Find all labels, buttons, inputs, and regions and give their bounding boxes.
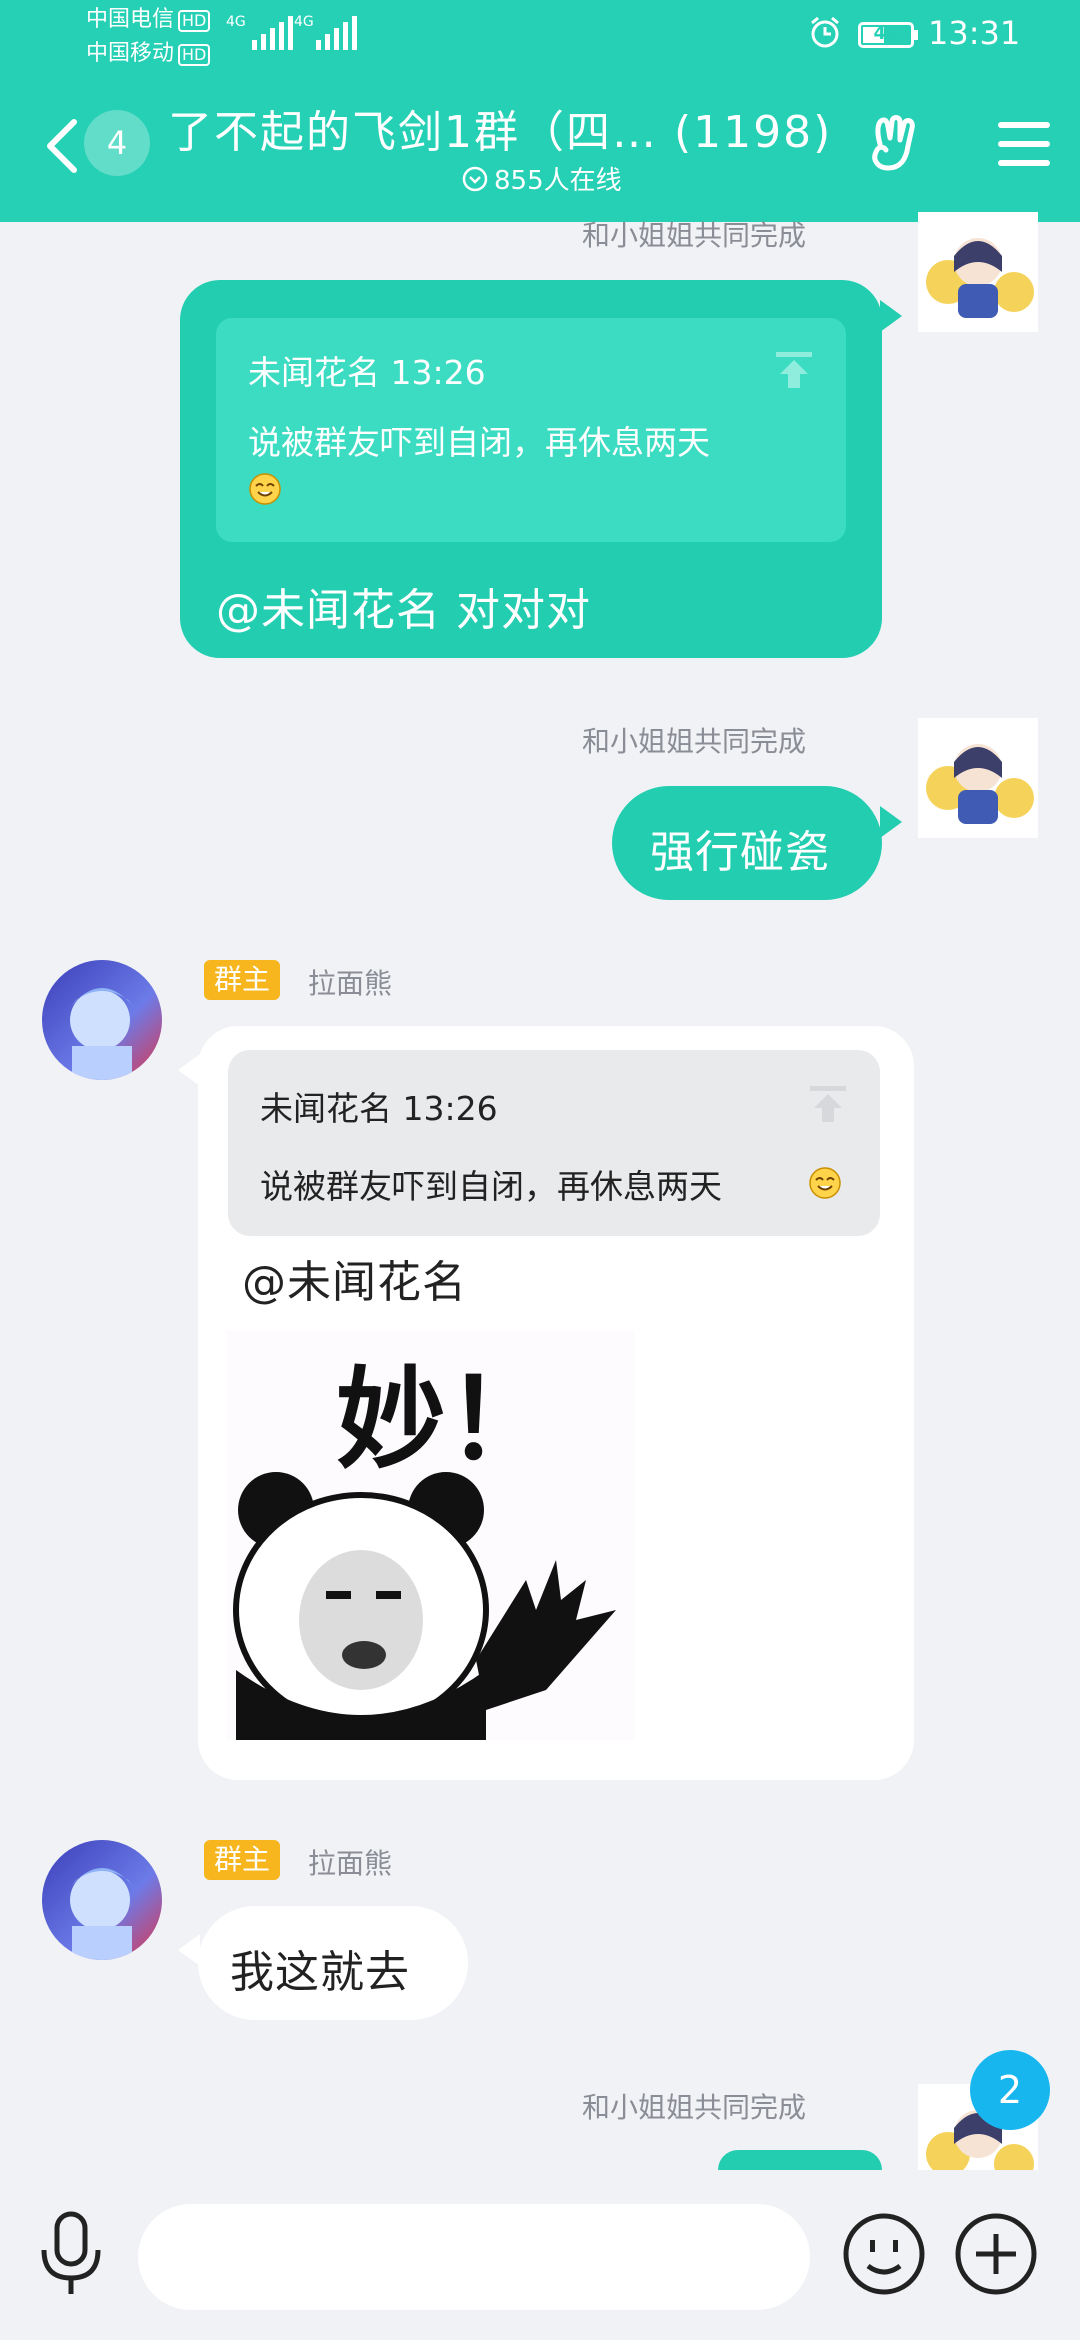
status-bar: 中国电信 HD 中国移动 HD 4G 4G 41 13:31 (0, 0, 1080, 70)
microphone-icon[interactable] (38, 2210, 104, 2300)
sender-name[interactable]: 拉面熊 (308, 962, 392, 1002)
message-text: 我这就去 (230, 1947, 410, 1998)
owner-avatar[interactable] (42, 960, 162, 1080)
panda-face-icon (233, 1472, 616, 1740)
carrier-1: 中国电信 HD (86, 4, 211, 36)
grin-emoji-icon (249, 473, 281, 505)
hand-gesture-icon[interactable] (866, 110, 928, 176)
hd-badge: HD (178, 44, 211, 66)
new-message-badge[interactable]: 2 (970, 2050, 1050, 2130)
jump-to-top-icon[interactable] (774, 350, 814, 390)
top-bar: 中国电信 HD 中国移动 HD 4G 4G 41 13:31 4 了不起的飞剑1群（… (0, 0, 1080, 222)
avatar-image (918, 718, 1038, 838)
self-avatar[interactable] (918, 212, 1038, 332)
hd-badge: HD (178, 10, 211, 32)
mention-text: @未闻花名 (242, 1257, 467, 1308)
quote-author-time: 未闻花名 13:26 (248, 353, 486, 392)
sender-name: 和小姐姐共同完成 (582, 219, 807, 252)
bubble-tail (880, 300, 902, 332)
message-bubble-partial[interactable] (718, 2150, 882, 2170)
network-type: 4G (226, 14, 246, 30)
carrier-2: 中国移动 HD (86, 38, 211, 70)
message-text: 强行碰瓷 (650, 827, 830, 878)
alarm-icon (811, 16, 839, 48)
jump-to-top-icon[interactable] (808, 1084, 848, 1124)
unread-count-badge[interactable]: 4 (84, 110, 150, 176)
menu-icon[interactable] (996, 118, 1052, 170)
grin-emoji-icon (809, 1167, 841, 1199)
role-badge: 群主 (204, 1840, 281, 1880)
sender-name: 和小姐姐共同完成 (582, 2091, 807, 2124)
online-count[interactable]: 855人在线 (462, 160, 622, 197)
plus-icon[interactable] (954, 2212, 1038, 2296)
back-arrow-icon[interactable] (44, 118, 80, 174)
group-title[interactable]: 了不起的飞剑1群（四… (1198) (168, 96, 838, 160)
avatar-image (918, 212, 1038, 332)
sender-name[interactable]: 拉面熊 (308, 1842, 392, 1882)
self-avatar[interactable] (918, 718, 1038, 838)
panda-sticker[interactable]: 妙！ (226, 1330, 634, 1740)
battery-icon: 41 (858, 22, 914, 48)
bubble-tail (178, 1934, 200, 1966)
message-input[interactable] (138, 2204, 810, 2310)
bubble-tail (178, 1054, 200, 1086)
network-type: 4G (294, 14, 314, 30)
battery-tip (914, 30, 918, 40)
signal-icon (316, 16, 357, 50)
chevron-circle-icon (462, 166, 488, 191)
owner-avatar[interactable] (42, 1840, 162, 1960)
avatar-image (42, 1840, 162, 1960)
sender-name: 和小姐姐共同完成 (582, 725, 807, 758)
input-bar (0, 2170, 1080, 2340)
reply-text: @未闻花名 对对对 (216, 585, 591, 636)
quote-text: 说被群友吓到自闭，再休息两天 (248, 423, 710, 462)
signal-icon (252, 16, 293, 50)
avatar-image (42, 960, 162, 1080)
bubble-tail (880, 806, 902, 838)
quote-text: 说被群友吓到自闭，再休息两天 (260, 1167, 722, 1206)
quote-author-time: 未闻花名 13:26 (260, 1089, 498, 1128)
role-badge: 群主 (204, 960, 281, 1000)
clock: 13:31 (928, 14, 1021, 52)
emoji-icon[interactable] (842, 2212, 926, 2296)
quoted-message[interactable] (228, 1050, 880, 1236)
